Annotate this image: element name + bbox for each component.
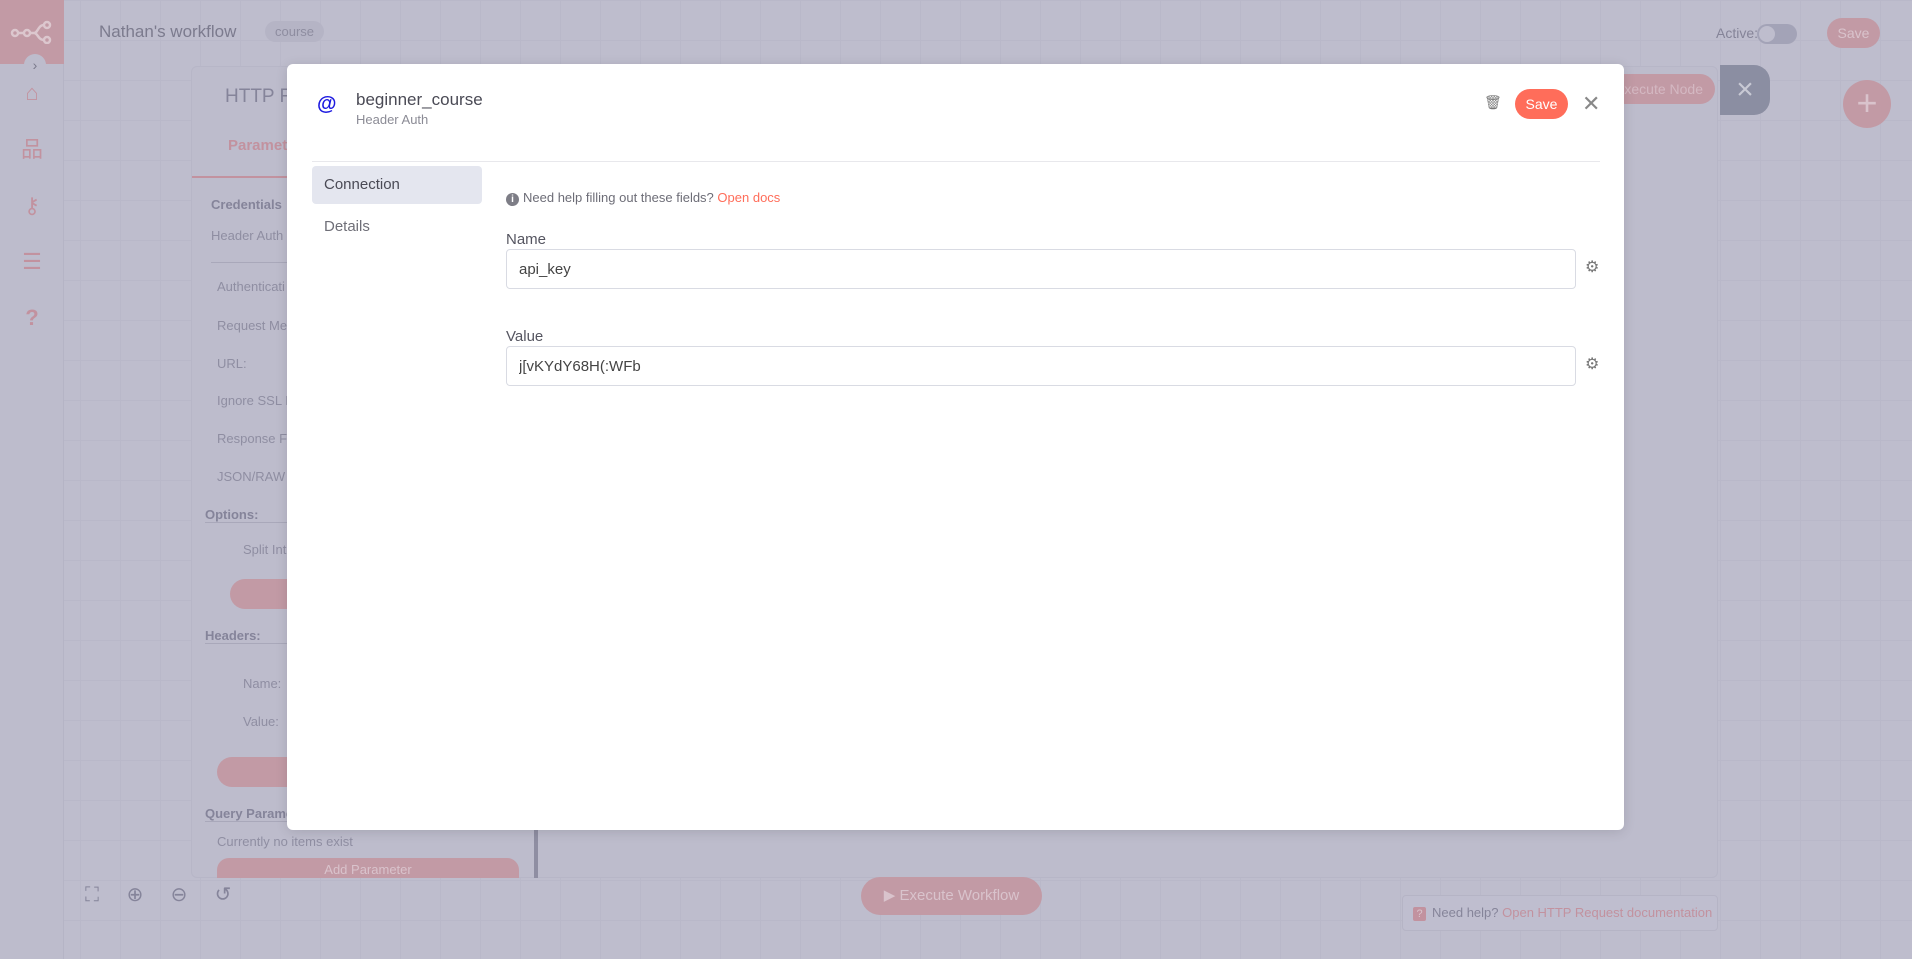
node-title: HTTP R: [225, 86, 294, 107]
nav-connection[interactable]: Connection: [312, 166, 482, 204]
home-icon[interactable]: ⌂: [18, 79, 46, 107]
header-value-label: Value:: [243, 714, 279, 729]
workflow-tag[interactable]: course: [265, 21, 325, 42]
options-label: Options:: [205, 507, 295, 523]
scrollbar[interactable]: [534, 830, 538, 878]
add-parameter-button[interactable]: Add Parameter: [217, 858, 519, 878]
field-request-method: Request Me: [217, 318, 288, 333]
close-panel-button[interactable]: ×: [1720, 65, 1770, 115]
workflow-save-button[interactable]: Save: [1827, 18, 1880, 48]
divider: [211, 262, 291, 263]
execute-workflow-button[interactable]: ▶ Execute Workflow: [861, 877, 1042, 915]
help-icon[interactable]: ?: [18, 304, 46, 332]
play-icon: ▶: [883, 887, 900, 904]
help-text: i Need help filling out these fields? Ope…: [506, 190, 780, 206]
gears-icon[interactable]: ⚙: [1585, 257, 1599, 277]
add-node-button[interactable]: +: [1843, 80, 1891, 128]
trash-icon[interactable]: 🗑: [1484, 94, 1502, 111]
header-name-label: Name:: [243, 676, 282, 691]
workflow-name[interactable]: Nathan's workflow: [99, 22, 236, 42]
credential-modal: @ beginner_course Header Auth 🗑 Save ✕ C…: [287, 64, 1624, 830]
credentials-label: Credentials: [211, 197, 282, 212]
documentation-link[interactable]: Open HTTP Request documentation: [1502, 905, 1712, 920]
at-icon: @: [317, 93, 337, 115]
help-label: Need help filling out these fields?: [523, 190, 714, 205]
active-toggle[interactable]: [1757, 24, 1797, 44]
expand-sidebar-button[interactable]: ›: [24, 54, 46, 76]
execute-node-button[interactable]: xecute Node: [1610, 74, 1715, 104]
headers-label: Headers:: [205, 628, 295, 644]
help-text: Need help?: [1432, 905, 1499, 920]
help-box: ? Need help? Open HTTP Request documentat…: [1402, 895, 1718, 931]
tab-underline: [192, 176, 292, 178]
field-url: URL:: [217, 356, 247, 371]
network-icon[interactable]: 品: [18, 136, 46, 164]
credential-type: Header Auth: [356, 112, 429, 127]
question-icon: ?: [1413, 907, 1426, 921]
close-icon[interactable]: ✕: [1582, 89, 1600, 119]
active-label: Active:: [1716, 25, 1759, 41]
field-ignore-ssl: Ignore SSL I: [217, 393, 289, 408]
split-into-items: Split Int: [243, 542, 287, 557]
query-parameters-label: Query Parame: [205, 806, 295, 822]
reset-zoom-icon[interactable]: ↺: [208, 880, 238, 910]
value-input[interactable]: [506, 346, 1576, 386]
field-json-raw: JSON/RAW F: [217, 469, 297, 484]
divider: [312, 161, 1600, 162]
name-input[interactable]: [506, 249, 1576, 289]
info-icon: i: [506, 193, 519, 206]
value-label: Value: [506, 328, 544, 345]
field-response-format: Response Fo: [217, 431, 295, 446]
nav-details[interactable]: Details: [312, 208, 482, 246]
zoom-out-icon[interactable]: ⊖: [164, 880, 194, 910]
save-button[interactable]: Save: [1515, 89, 1568, 119]
sidebar: › ⌂ 品 ⚷ ☰ ?: [0, 0, 64, 959]
header-auth-label: Header Auth: [211, 228, 284, 243]
key-icon[interactable]: ⚷: [18, 192, 46, 220]
zoom-in-icon[interactable]: ⊕: [120, 880, 150, 910]
logo-icon: [10, 20, 52, 44]
field-authentication: Authenticati: [217, 279, 285, 294]
name-label: Name: [506, 231, 547, 248]
no-items-text: Currently no items exist: [217, 834, 353, 849]
credential-name[interactable]: beginner_course: [356, 90, 483, 110]
open-docs-link[interactable]: Open docs: [717, 190, 780, 205]
gears-icon[interactable]: ⚙: [1585, 354, 1599, 374]
tab-parameters[interactable]: Paramet: [228, 137, 287, 154]
execute-workflow-label: Execute Workflow: [899, 887, 1020, 904]
list-icon[interactable]: ☰: [18, 248, 46, 276]
fullscreen-icon[interactable]: ⛶: [77, 880, 107, 910]
